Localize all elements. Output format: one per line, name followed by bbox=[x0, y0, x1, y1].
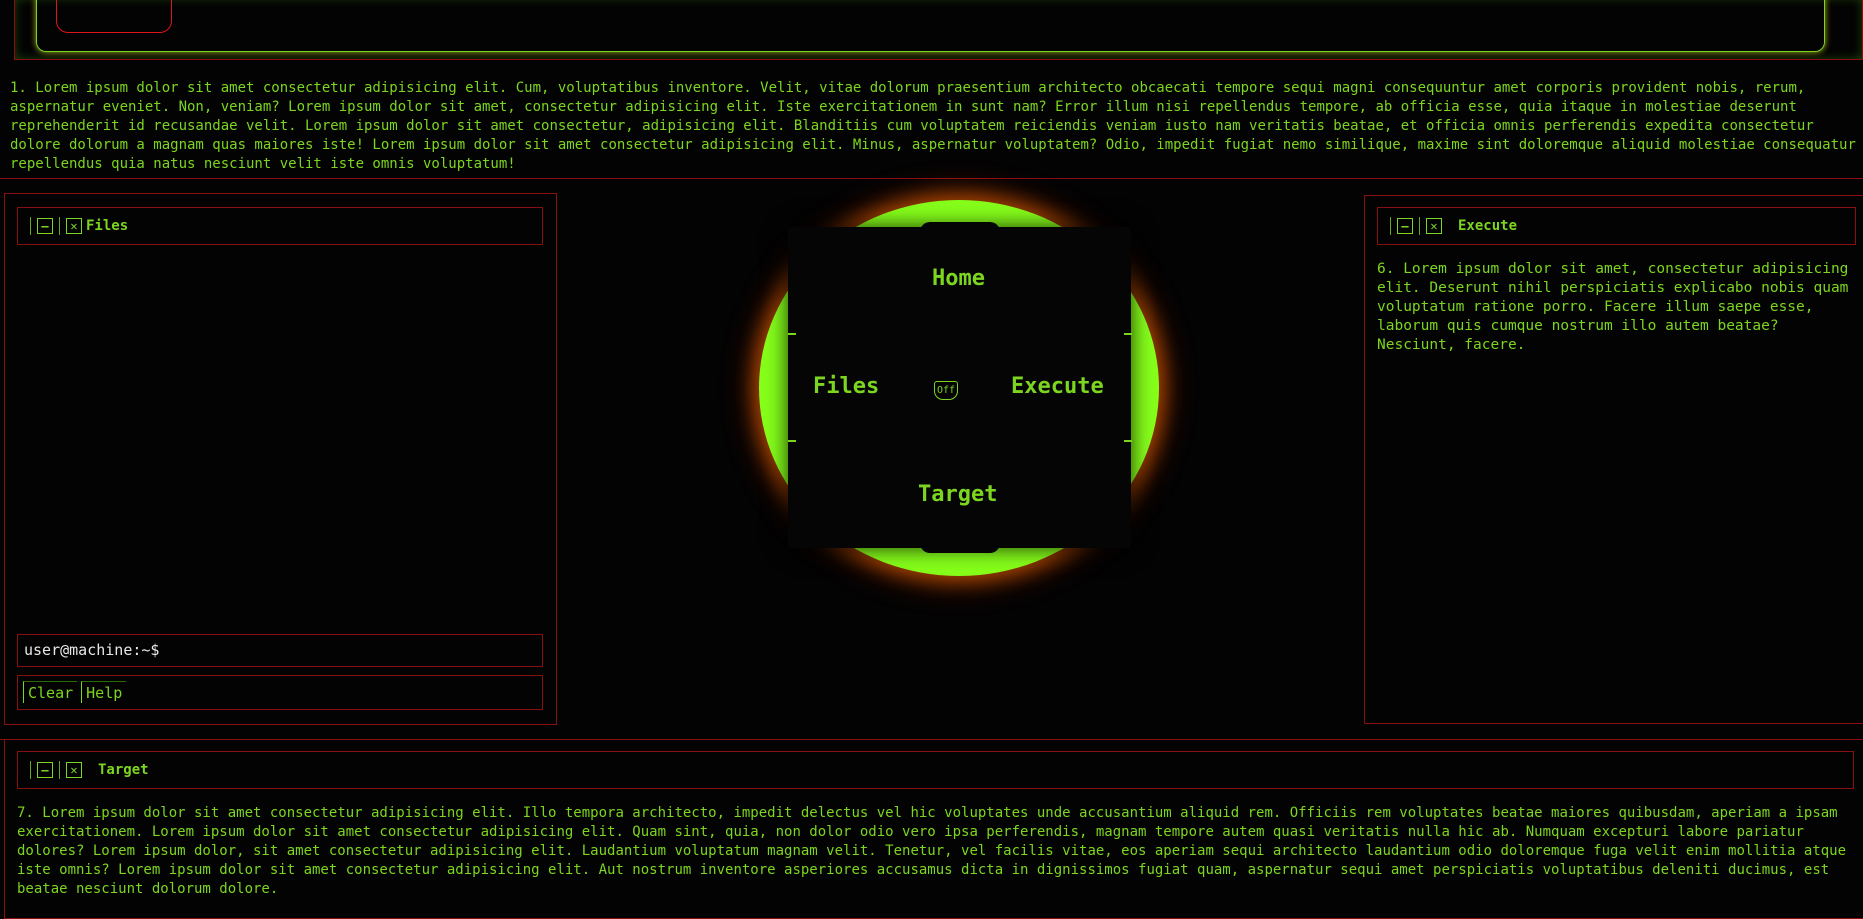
nav-home[interactable]: Home bbox=[932, 266, 985, 291]
files-panel-titlebar: – ✕ Files bbox=[17, 207, 543, 245]
tick-mark bbox=[1124, 333, 1132, 335]
tick-mark bbox=[788, 440, 796, 442]
power-toggle[interactable]: Off bbox=[934, 381, 958, 400]
target-panel-titlebar: – ✕ Target bbox=[17, 751, 1854, 789]
minimize-icon[interactable]: – bbox=[37, 218, 53, 234]
tick-mark bbox=[788, 333, 796, 335]
titlebar-separator bbox=[30, 217, 31, 235]
terminal-prompt-field[interactable]: user@machine:~$ bbox=[17, 634, 543, 667]
top-paragraph: 1. Lorem ipsum dolor sit amet consectetu… bbox=[10, 80, 1856, 172]
help-button[interactable]: Help bbox=[81, 681, 127, 703]
titlebar-separator bbox=[30, 761, 31, 779]
clear-button[interactable]: Clear bbox=[23, 681, 78, 703]
nav-target[interactable]: Target bbox=[918, 482, 997, 507]
power-toggle-label: Off bbox=[936, 385, 956, 396]
terminal-actions: Clear Help bbox=[17, 675, 543, 710]
target-panel-text: 7. Lorem ipsum dolor sit amet consectetu… bbox=[17, 805, 1847, 897]
files-panel-title: Files bbox=[86, 218, 129, 234]
tick-mark bbox=[1124, 440, 1132, 442]
radial-nav-bottom-notch bbox=[920, 543, 1000, 553]
execute-panel-title: Execute bbox=[1458, 218, 1518, 234]
close-icon[interactable]: ✕ bbox=[1426, 218, 1442, 234]
execute-panel-text: 6. Lorem ipsum dolor sit amet, consectet… bbox=[1377, 261, 1849, 353]
header-red-button[interactable] bbox=[56, 0, 172, 33]
minimize-icon[interactable]: – bbox=[37, 762, 53, 778]
titlebar-separator bbox=[1419, 217, 1420, 235]
close-icon[interactable]: ✕ bbox=[66, 218, 82, 234]
execute-panel-titlebar: – ✕ Execute bbox=[1377, 207, 1856, 245]
titlebar-separator bbox=[59, 761, 60, 779]
divider-line bbox=[0, 178, 1863, 179]
target-panel-title: Target bbox=[98, 762, 149, 778]
nav-execute[interactable]: Execute bbox=[1011, 374, 1104, 399]
close-icon[interactable]: ✕ bbox=[66, 762, 82, 778]
terminal-prompt: user@machine:~$ bbox=[24, 641, 160, 659]
header-inner-panel bbox=[36, 0, 1825, 52]
radial-nav-top-notch bbox=[920, 222, 1000, 232]
titlebar-separator bbox=[59, 217, 60, 235]
titlebar-separator bbox=[1390, 217, 1391, 235]
minimize-icon[interactable]: – bbox=[1397, 218, 1413, 234]
nav-files[interactable]: Files bbox=[813, 374, 879, 399]
